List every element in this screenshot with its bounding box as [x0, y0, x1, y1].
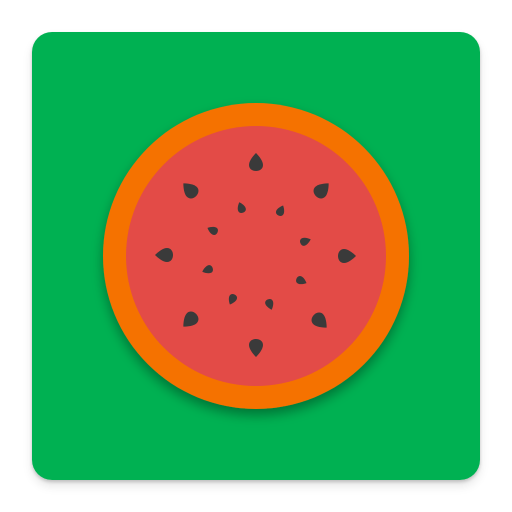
watermelon-slice — [103, 103, 409, 409]
watermelon-slice-icon — [32, 32, 480, 480]
icon-canvas — [0, 0, 512, 512]
app-icon-tile — [32, 32, 480, 480]
